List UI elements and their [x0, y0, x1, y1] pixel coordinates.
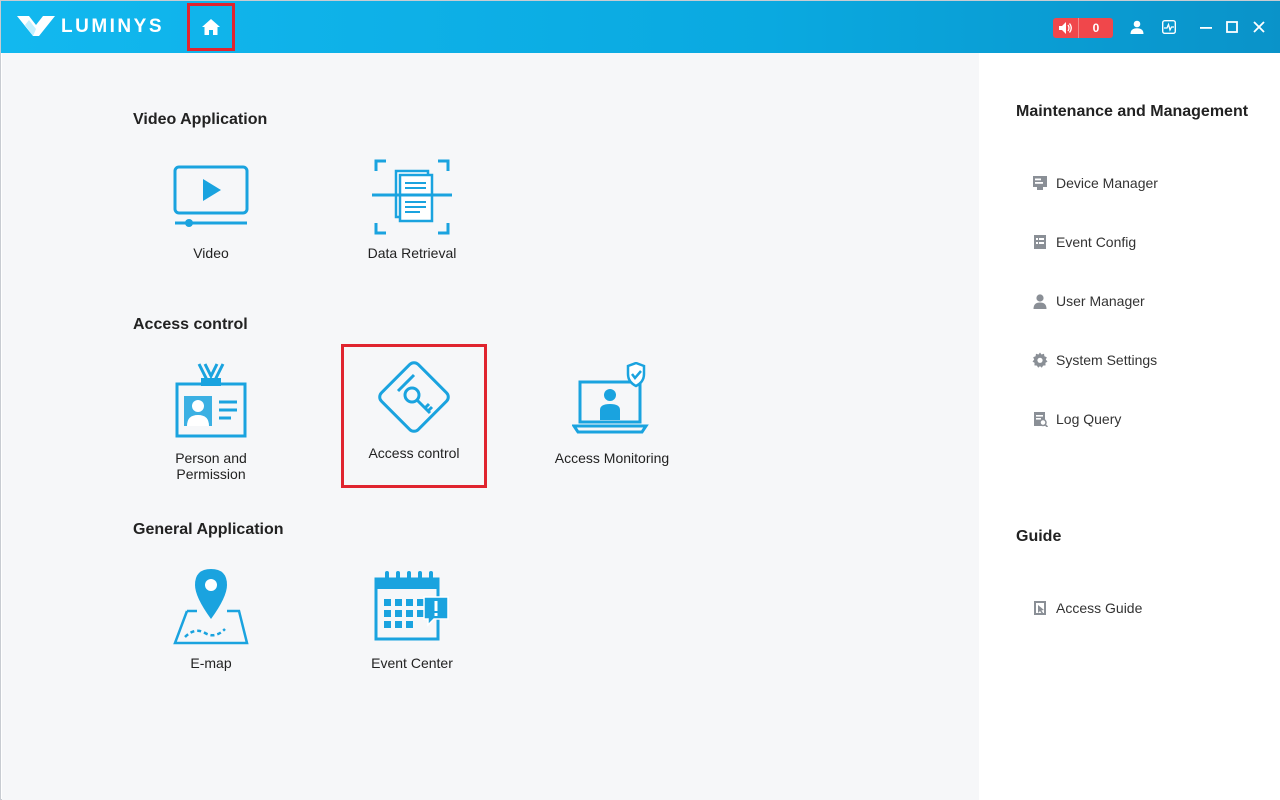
tile-access-monitoring[interactable]: Access Monitoring — [540, 350, 684, 492]
menu-log-query[interactable]: Log Query — [1031, 408, 1121, 430]
menu-system-settings[interactable]: System Settings — [1031, 349, 1157, 371]
calendar-alert-icon — [374, 571, 449, 641]
key-card-icon — [378, 361, 450, 433]
speaker-icon — [1053, 18, 1079, 38]
menu-event-config[interactable]: Event Config — [1031, 231, 1136, 253]
section-title-general-application: General Application — [133, 521, 284, 538]
menu-user-manager[interactable]: User Manager — [1031, 290, 1145, 312]
maintenance-title: Maintenance and Management — [1016, 103, 1249, 120]
close-button[interactable] — [1250, 18, 1268, 36]
main-content: Video Application Video Data Retrieval A… — [2, 53, 979, 800]
menu-system-settings-label: System Settings — [1056, 352, 1158, 368]
alarm-count: 0 — [1092, 21, 1100, 35]
menu-device-manager[interactable]: Device Manager — [1031, 172, 1158, 194]
title-bar: LUMINYS 0 — [1, 1, 1280, 53]
user-icon — [1130, 20, 1144, 34]
maximize-icon — [1226, 21, 1238, 33]
menu-event-config-label: Event Config — [1056, 234, 1137, 250]
map-pin-icon — [173, 569, 249, 645]
tile-e-map[interactable]: E-map — [139, 555, 283, 697]
event-config-icon — [1031, 233, 1049, 251]
brand-logo-icon — [17, 16, 55, 36]
brand-logo: LUMINYS — [17, 15, 164, 39]
tile-data-retrieval-label: Data Retrieval — [367, 245, 457, 261]
tile-access-control[interactable]: Access control — [341, 344, 487, 488]
tile-video-label: Video — [193, 245, 229, 261]
tile-event-center-label: Event Center — [371, 655, 453, 671]
section-title-access-control: Access control — [133, 316, 248, 333]
tile-e-map-label: E-map — [190, 655, 232, 671]
minimize-icon — [1200, 27, 1212, 29]
account-button[interactable] — [1128, 18, 1146, 36]
menu-access-guide[interactable]: Access Guide — [1031, 597, 1142, 619]
guide-title: Guide — [1016, 528, 1062, 545]
maximize-button[interactable] — [1223, 18, 1241, 36]
guide-icon — [1031, 599, 1049, 617]
gear-icon — [1031, 351, 1049, 369]
tile-video[interactable]: Video — [139, 145, 283, 287]
tile-access-control-label: Access control — [368, 445, 460, 461]
id-badge-icon — [175, 363, 247, 438]
tile-person-and-permission[interactable]: Person and Permission — [139, 350, 283, 492]
monitor-person-shield-icon — [572, 362, 649, 434]
home-icon — [202, 19, 220, 35]
pulse-icon — [1162, 20, 1176, 34]
menu-access-guide-label: Access Guide — [1056, 600, 1143, 616]
tile-person-and-permission-label: Person and Permission — [175, 450, 247, 482]
menu-user-manager-label: User Manager — [1056, 293, 1145, 309]
close-icon — [1253, 21, 1265, 33]
document-scan-icon — [372, 159, 452, 235]
video-player-icon — [173, 165, 249, 227]
brand-name: LUMINYS — [61, 16, 164, 37]
alarm-button[interactable]: 0 — [1053, 18, 1113, 38]
health-monitor-button[interactable] — [1160, 18, 1178, 36]
right-panel: Maintenance and Management Device Manage… — [979, 53, 1280, 800]
device-icon — [1031, 174, 1049, 192]
tile-event-center[interactable]: Event Center — [340, 555, 484, 697]
home-button[interactable] — [187, 3, 235, 51]
user-icon — [1031, 292, 1049, 310]
section-title-video-application: Video Application — [133, 111, 268, 128]
menu-log-query-label: Log Query — [1056, 411, 1122, 427]
tile-access-monitoring-label: Access Monitoring — [554, 450, 670, 466]
minimize-button[interactable] — [1197, 18, 1215, 36]
menu-device-manager-label: Device Manager — [1056, 175, 1158, 191]
log-search-icon — [1031, 410, 1049, 428]
app-window: LUMINYS 0 Video Application Video Data R… — [0, 0, 1280, 800]
tile-data-retrieval[interactable]: Data Retrieval — [340, 145, 484, 287]
